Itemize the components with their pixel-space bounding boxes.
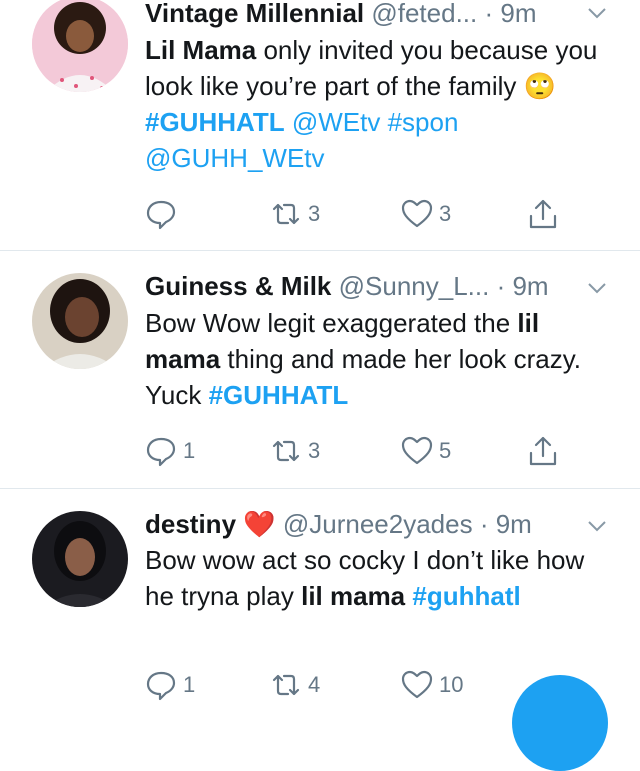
tweet-text: Bow wow act so cocky I don’t like how he… (145, 542, 616, 614)
reply-count: 1 (183, 672, 196, 697)
display-name[interactable]: Vintage Millennial (145, 0, 364, 28)
reply-icon (146, 671, 176, 701)
retweet-icon (272, 674, 300, 696)
tweet-text-segment: 🙄 (523, 71, 556, 101)
hashtag-link[interactable]: #guhhatl (412, 581, 520, 611)
reply-icon (146, 437, 176, 467)
tweet-actions: 1 4 10 (145, 667, 575, 703)
user-handle[interactable]: @feted... (371, 0, 477, 28)
display-name[interactable]: Guiness & Milk (145, 271, 331, 301)
like-count: 10 (439, 672, 464, 697)
like-button[interactable]: 5 (401, 433, 451, 469)
tweet[interactable]: destiny ❤️ @Jurnee2yades · 9m Bow wow ac… (0, 489, 640, 701)
avatar[interactable] (32, 0, 128, 92)
retweet-count: 3 (308, 438, 321, 463)
tweet-text: Bow Wow legit exaggerated the lil mama t… (145, 305, 616, 413)
tweet-actions: 1 3 5 (145, 433, 575, 469)
share-icon (529, 199, 557, 229)
retweet-button[interactable]: 3 (270, 433, 320, 469)
compose-tweet-button[interactable] (512, 675, 608, 771)
reply-count: 1 (183, 438, 196, 463)
hashtag-link[interactable]: #GUHHATL (145, 107, 285, 137)
like-button[interactable]: 3 (401, 196, 451, 232)
timestamp: · 9m (484, 0, 537, 28)
highlighted-text: Lil Mama (145, 35, 257, 65)
highlighted-text: lil mama (301, 581, 406, 611)
retweet-button[interactable]: 4 (270, 667, 320, 703)
timestamp: · 9m (496, 271, 549, 301)
retweet-count: 3 (308, 201, 321, 226)
user-handle[interactable]: @Jurnee2yades (283, 509, 473, 539)
heart-icon (401, 199, 433, 228)
tweet-text-segment: Bow Wow legit exaggerated the (145, 308, 518, 338)
tweet-actions: 3 3 (145, 196, 575, 232)
chevron-down-icon[interactable] (586, 277, 608, 299)
avatar[interactable] (32, 511, 128, 607)
display-name[interactable]: destiny ❤️ (145, 509, 276, 539)
hashtag-link[interactable]: #GUHHATL (209, 380, 349, 410)
retweet-button[interactable]: 3 (270, 196, 320, 232)
like-button[interactable]: 10 (401, 667, 463, 703)
tweet-text: Lil Mama only invited you because you lo… (145, 32, 616, 176)
retweet-icon (272, 203, 300, 225)
user-handle[interactable]: @Sunny_L... (339, 271, 490, 301)
tweet-header: destiny ❤️ @Jurnee2yades · 9m (145, 507, 616, 541)
like-count: 5 (439, 438, 452, 463)
share-icon (529, 436, 557, 466)
chevron-down-icon[interactable] (586, 515, 608, 537)
reply-button[interactable] (145, 196, 183, 232)
share-button[interactable] (527, 433, 559, 469)
heart-icon (401, 670, 433, 699)
tweet-header: Guiness & Milk @Sunny_L... · 9m (145, 269, 616, 303)
chevron-down-icon[interactable] (586, 2, 608, 24)
avatar[interactable] (32, 273, 128, 369)
retweet-icon (272, 440, 300, 462)
like-count: 3 (439, 201, 452, 226)
tweet[interactable]: Vintage Millennial @feted... · 9m Lil Ma… (0, 0, 640, 250)
reply-button[interactable]: 1 (145, 433, 195, 469)
reply-icon (146, 200, 176, 230)
timestamp: · 9m (479, 509, 532, 539)
heart-icon (401, 436, 433, 465)
share-button[interactable] (527, 196, 559, 232)
tweet[interactable]: Guiness & Milk @Sunny_L... · 9m Bow Wow … (0, 251, 640, 488)
tweet-header: Vintage Millennial @feted... · 9m (145, 0, 616, 30)
reply-button[interactable]: 1 (145, 667, 195, 703)
retweet-count: 4 (308, 672, 321, 697)
